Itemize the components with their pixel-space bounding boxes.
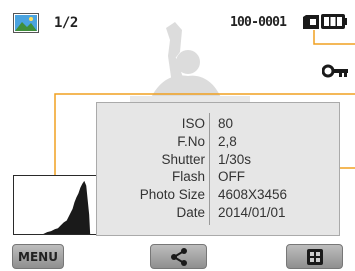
battery-icon <box>321 14 347 29</box>
info-label-fno: F.No <box>177 133 205 149</box>
camera-playback-screen: 1/2 100-0001 ISO F.No Shutter Flash Phot… <box>0 0 355 271</box>
info-value-shutter: 1/30s <box>218 151 252 167</box>
share-button[interactable] <box>150 244 207 269</box>
key-icon <box>322 64 348 78</box>
info-label-shutter: Shutter <box>161 151 205 167</box>
thumbnail-view-icon <box>306 248 323 265</box>
info-value-iso: 80 <box>218 116 234 131</box>
shooting-info-panel: ISO F.No Shutter Flash Photo Size Date 8… <box>96 102 340 236</box>
info-values: 80 2,8 1/30s OFF 4608X3456 2014/01/01 <box>218 115 338 222</box>
share-icon <box>170 247 187 266</box>
info-labels: ISO F.No Shutter Flash Photo Size Date <box>97 115 205 222</box>
info-divider <box>209 113 210 225</box>
thumbnail-view-button[interactable] <box>286 244 343 269</box>
info-label-photo-size: Photo Size <box>139 187 205 203</box>
memory-card-icon <box>303 15 319 29</box>
histogram <box>13 175 97 235</box>
image-counter: 1/2 <box>54 15 78 31</box>
file-number: 100-0001 <box>230 15 287 30</box>
info-value-flash: OFF <box>218 169 245 185</box>
menu-button[interactable]: MENU <box>12 244 64 269</box>
image-thumbnail-icon <box>13 13 39 33</box>
info-value-date: 2014/01/01 <box>218 204 286 220</box>
bottom-bar: MENU <box>0 244 355 271</box>
info-value-fno: 2,8 <box>218 133 237 149</box>
info-label-iso: ISO <box>181 116 205 131</box>
info-label-flash: Flash <box>171 169 205 185</box>
info-label-date: Date <box>176 204 205 220</box>
info-value-photo-size: 4608X3456 <box>218 187 288 203</box>
